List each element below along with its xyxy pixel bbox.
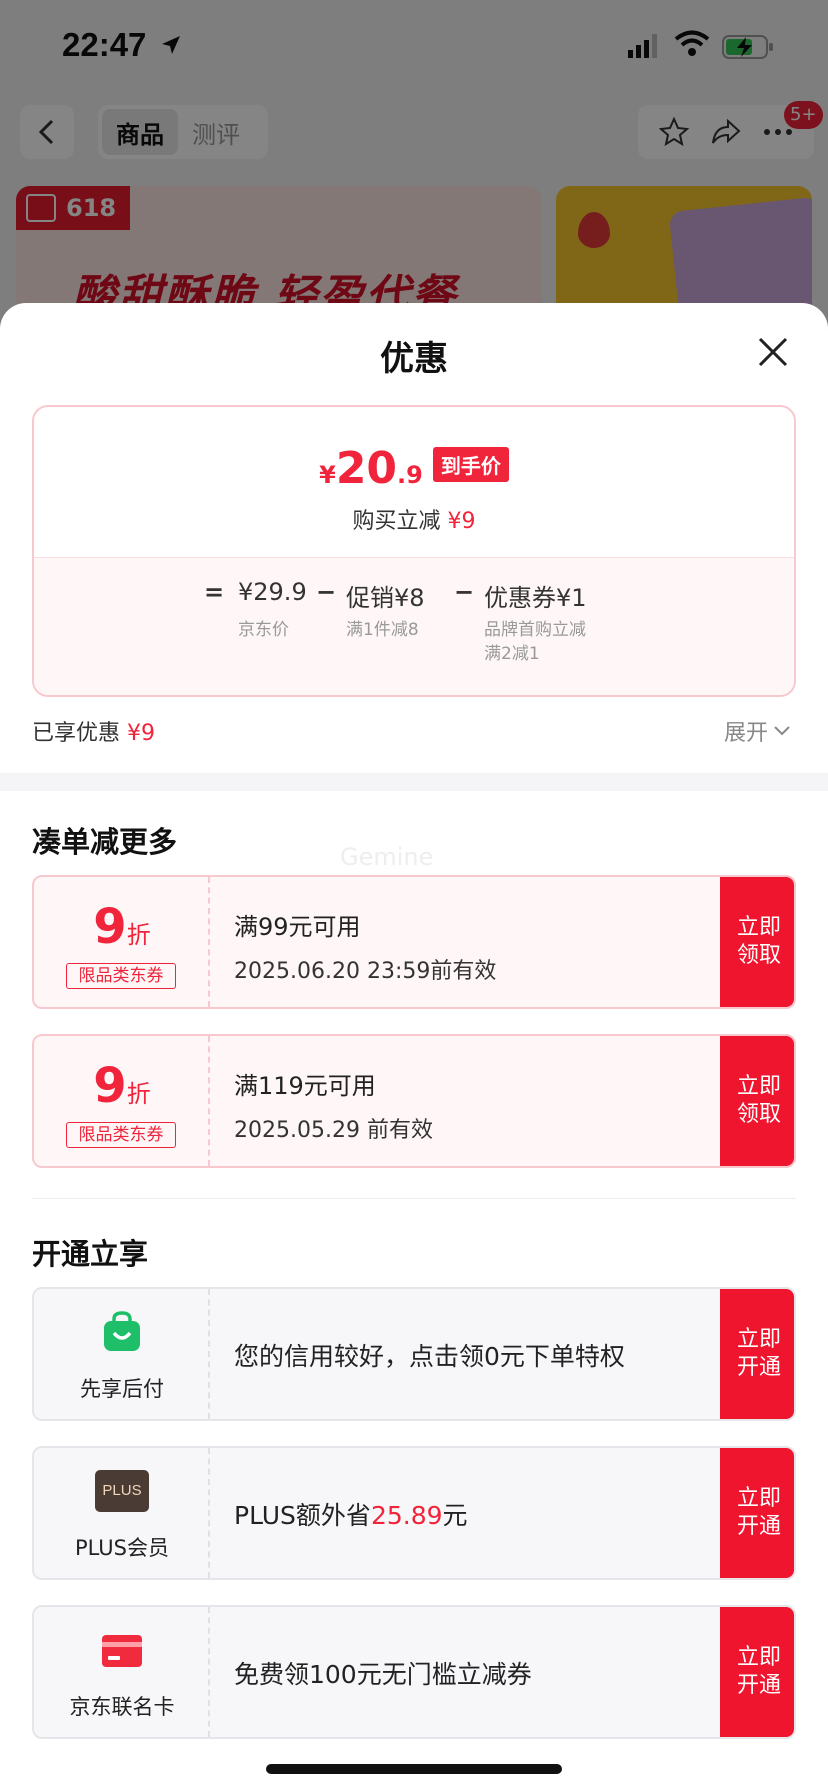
claim-coupon-button[interactable]: 立即 领取 — [720, 877, 794, 1007]
promo-amount: 促销¥8 — [346, 584, 425, 612]
feature-icon-area: 京东联名卡 — [34, 1607, 210, 1737]
activate-button[interactable]: 立即 开通 — [720, 1607, 794, 1737]
expand-button[interactable]: 展开 — [724, 715, 790, 747]
feature-label: PLUS会员 — [74, 1536, 170, 1560]
coupon-category-tag: 限品类东券 — [66, 1122, 176, 1148]
final-price-area: ¥ 20 .9 到手价 购买立减 ¥9 — [34, 407, 794, 557]
feature-label: 先享后付 — [80, 1377, 164, 1401]
claim-coupon-button[interactable]: 立即 领取 — [720, 1036, 794, 1166]
coupon-condition: 满99元可用 — [234, 913, 361, 941]
feature-desc: PLUS额外省25.89元 — [234, 1501, 468, 1530]
credit-card-icon — [102, 1635, 142, 1667]
activate-button[interactable]: 立即 开通 — [720, 1289, 794, 1419]
plus-member-icon: PLUS — [95, 1470, 149, 1512]
close-icon[interactable] — [756, 335, 790, 369]
coupon-discount: 9折 限品类东券 — [34, 877, 210, 1007]
final-price-badge: 到手价 — [432, 447, 509, 482]
coupon-amount: 优惠券¥1 — [484, 584, 587, 612]
section-title-open: 开通立享 — [32, 1237, 149, 1271]
instant-reduce: 购买立减 ¥9 — [352, 509, 476, 534]
minus-sign: − — [454, 578, 475, 606]
coupon-rule-1: 品牌首购立减 — [484, 620, 586, 640]
promo-rule: 满1件减8 — [346, 620, 419, 640]
coupon-expiry: 2025.05.29 前有效 — [234, 1118, 433, 1143]
price-breakdown-card: ¥ 20 .9 到手价 购买立减 ¥9 = ¥29.9 京东价 − 促销¥8 满… — [32, 405, 796, 697]
coupon-card: 9折 限品类东券 满119元可用 2025.05.29 前有效 立即 领取 — [32, 1034, 796, 1168]
coupon-expiry: 2025.06.20 23:59前有效 — [234, 959, 497, 984]
jd-price: ¥29.9 — [238, 578, 307, 606]
feature-card-credit-card: 京东联名卡 免费领100元无门槛立减券 立即 开通 — [32, 1605, 796, 1739]
feature-card-pay-later: 先享后付 您的信用较好，点击领0元下单特权 立即 开通 — [32, 1287, 796, 1421]
coupon-card: 9折 限品类东券 满99元可用 2025.06.20 23:59前有效 立即 领取 — [32, 875, 796, 1009]
minus-sign: − — [316, 578, 337, 606]
shopping-bag-icon — [104, 1311, 140, 1351]
chevron-down-icon — [774, 726, 790, 736]
discount-sheet: 优惠 ¥ 20 .9 到手价 购买立减 ¥9 = ¥29.9 京东价 − 促销¥… — [0, 303, 828, 1792]
equals-sign: = — [204, 578, 225, 606]
watermark: Gemine — [340, 843, 434, 871]
coupon-discount: 9折 限品类东券 — [34, 1036, 210, 1166]
price-calculation: = ¥29.9 京东价 − 促销¥8 满1件减8 − 优惠券¥1 品牌首购立减 … — [34, 557, 794, 695]
section-title-coupons: 凑单减更多 — [32, 825, 178, 859]
coupon-condition: 满119元可用 — [234, 1072, 376, 1100]
modal-overlay[interactable] — [0, 0, 828, 340]
feature-desc: 您的信用较好，点击领0元下单特权 — [234, 1342, 625, 1371]
coupon-rule-2: 满2减1 — [484, 644, 540, 664]
sheet-title: 优惠 — [380, 339, 448, 379]
coupon-category-tag: 限品类东券 — [66, 963, 176, 989]
feature-icon-area: PLUS PLUS会员 — [34, 1448, 210, 1578]
feature-desc: 免费领100元无门槛立减券 — [234, 1660, 532, 1689]
home-indicator[interactable] — [266, 1764, 562, 1774]
feature-label: 京东联名卡 — [69, 1695, 175, 1719]
feature-card-plus: PLUS PLUS会员 PLUS额外省25.89元 立即 开通 — [32, 1446, 796, 1580]
final-price: ¥ 20 .9 到手价 — [34, 443, 794, 494]
enjoyed-discount: 已享优惠 ¥9 — [32, 721, 156, 746]
feature-icon-area: 先享后付 — [34, 1289, 210, 1419]
activate-button[interactable]: 立即 开通 — [720, 1448, 794, 1578]
saving-amount: 25.89 — [370, 1501, 443, 1530]
divider — [32, 1198, 796, 1199]
jd-price-label: 京东价 — [238, 620, 289, 640]
section-divider — [0, 773, 828, 791]
